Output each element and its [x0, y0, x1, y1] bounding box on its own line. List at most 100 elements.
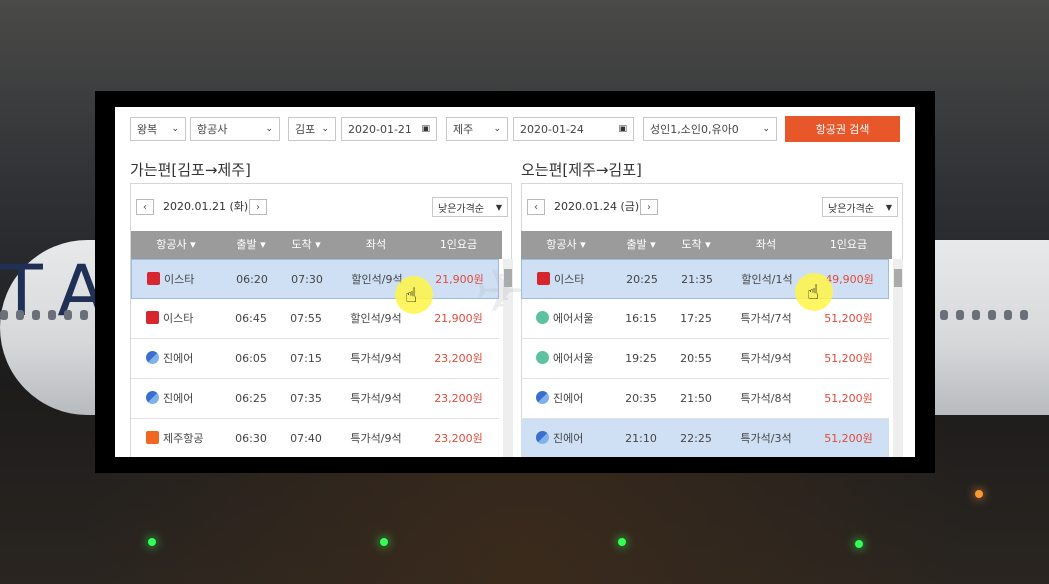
column-header: 1인요금 [439, 238, 478, 251]
search-flights-button[interactable]: 항공권 검색 [785, 116, 900, 142]
return-date-input[interactable]: 2020-01-24 ▣ [513, 117, 634, 141]
flight-search-panel: 왕복 ⌄ 항공사 ⌄ 김포 ⌄ 2020-01-21 ▣ 제주 ⌄ 2020-01-24 ▣… [115, 107, 915, 457]
next-date-button[interactable]: › [640, 199, 658, 215]
departure-time: 21:10 [625, 432, 657, 445]
fare-price: 51,200원 [824, 392, 873, 405]
arrival-time: 21:50 [680, 392, 712, 405]
column-header[interactable]: 항공사 ▾ [131, 231, 221, 259]
airline-value: 항공사 [197, 123, 228, 136]
outbound-title: 가는편[김포→제주] [130, 161, 251, 179]
arrival-time: 17:25 [680, 312, 712, 325]
arrival-time: 20:55 [680, 352, 712, 365]
chevron-down-icon: ⌄ [762, 124, 770, 134]
prev-date-button[interactable]: ‹ [136, 199, 154, 215]
column-header[interactable]: 도착 ▾ [671, 231, 721, 259]
sort-value: 낮은가격순 [438, 203, 484, 215]
caret-down-icon: ▼ [885, 202, 892, 212]
destination-select[interactable]: 제주 ⌄ [446, 117, 508, 141]
sort-value: 낮은가격순 [828, 203, 874, 215]
jinair-airline-icon [536, 391, 549, 404]
passenger-value: 성인1,소인0,유아0 [650, 123, 739, 136]
next-date-button[interactable]: › [249, 199, 267, 215]
watermark-logo: ✈ [475, 257, 526, 327]
outbound-sort-select[interactable]: 낮은가격순 ▼ [432, 197, 508, 217]
column-header[interactable]: 출발 ▾ [226, 231, 276, 259]
airline-name: 제주항공 [163, 432, 204, 445]
column-header: 1인요금 [829, 238, 868, 251]
seat-class: 특가석/9석 [350, 432, 402, 445]
seat-class: 특가석/8석 [740, 392, 792, 405]
departure-time: 20:25 [626, 273, 658, 286]
passenger-select[interactable]: 성인1,소인0,유아0 ⌄ [643, 117, 777, 141]
departure-time: 19:25 [625, 352, 657, 365]
eastar-airline-icon [537, 272, 550, 285]
trip-type-value: 왕복 [137, 123, 158, 136]
runway-light [855, 540, 863, 548]
fare-price: 23,200원 [434, 432, 483, 445]
airline-name: 진에어 [163, 392, 194, 405]
airline-name: 진에어 [553, 392, 584, 405]
fare-price: 51,200원 [824, 432, 873, 445]
airline-name: 이스타 [554, 273, 585, 286]
runway-light [975, 490, 983, 498]
table-scrollbar[interactable] [893, 259, 903, 457]
fare-price: 23,200원 [434, 392, 483, 405]
origin-value: 김포 [295, 123, 316, 136]
chevron-down-icon: ⌄ [265, 124, 273, 134]
airseoul-airline-icon [536, 311, 549, 324]
airline-name: 이스타 [164, 273, 195, 286]
seat-class: 특가석/3석 [740, 432, 792, 445]
flight-row[interactable]: 에어서울 16:15 17:25 특가석/7석 51,200원 [521, 299, 889, 339]
caret-down-icon: ▼ [495, 202, 502, 212]
return-date-value: 2020-01-24 [520, 122, 584, 136]
arrival-time: 07:35 [290, 392, 322, 405]
column-header[interactable]: 출발 ▾ [616, 231, 666, 259]
flight-row[interactable]: 에어서울 19:25 20:55 특가석/9석 51,200원 [521, 339, 889, 379]
airline-name: 이스타 [163, 312, 194, 325]
depart-date-value: 2020-01-21 [348, 122, 412, 136]
outbound-table-header: 항공사 ▾ 출발 ▾ 도착 ▾ 좌석 1인요금 [131, 231, 502, 259]
departure-time: 06:30 [235, 432, 267, 445]
inbound-title: 오는편[제주→김포] [521, 161, 642, 179]
seat-class: 특가석/9석 [350, 392, 402, 405]
hand-cursor-icon: ☝ [807, 280, 820, 304]
inbound-sort-select[interactable]: 낮은가격순 ▼ [822, 197, 898, 217]
flight-row[interactable]: 이스타 20:25 21:35 할인석/1석 49,900원 [521, 259, 889, 299]
eastar-airline-icon [147, 272, 160, 285]
flight-row[interactable]: 진에어 21:10 22:25 특가석/3석 51,200원 [521, 419, 889, 457]
seat-class: 특가석/9석 [740, 352, 792, 365]
arrival-time: 07:30 [291, 273, 323, 286]
flight-row[interactable]: 진에어 06:05 07:15 특가석/9석 23,200원 [131, 339, 499, 379]
flight-row[interactable]: 이스타 06:45 07:55 할인석/9석 21,900원 [131, 299, 499, 339]
flight-row[interactable]: 이스타 06:20 07:30 할인석/9석 21,900원 [131, 259, 499, 299]
column-header[interactable]: 항공사 ▾ [521, 231, 611, 259]
fare-price: 23,200원 [434, 352, 483, 365]
flight-row[interactable]: 제주항공 06:30 07:40 특가석/9석 23,200원 [131, 419, 499, 457]
airplane-windows-right [940, 310, 1028, 320]
eastar-airline-icon [146, 311, 159, 324]
jejuair-airline-icon [146, 431, 159, 444]
trip-type-select[interactable]: 왕복 ⌄ [130, 117, 186, 141]
inbound-table-header: 항공사 ▾ 출발 ▾ 도착 ▾ 좌석 1인요금 [521, 231, 892, 259]
calendar-icon: ▣ [421, 124, 430, 134]
prev-date-button[interactable]: ‹ [527, 199, 545, 215]
scrollbar-thumb[interactable] [894, 269, 902, 287]
chevron-down-icon: ⌄ [493, 124, 501, 134]
jinair-airline-icon [146, 391, 159, 404]
jinair-airline-icon [536, 431, 549, 444]
column-header[interactable]: 도착 ▾ [281, 231, 331, 259]
airline-name: 진에어 [163, 352, 194, 365]
airline-name: 진에어 [553, 432, 584, 445]
depart-date-input[interactable]: 2020-01-21 ▣ [341, 117, 437, 141]
arrival-time: 22:25 [680, 432, 712, 445]
origin-select[interactable]: 김포 ⌄ [288, 117, 336, 141]
jinair-airline-icon [146, 351, 159, 364]
destination-value: 제주 [453, 123, 474, 136]
airline-select[interactable]: 항공사 ⌄ [190, 117, 280, 141]
column-header: 좌석 [365, 238, 387, 251]
flight-row[interactable]: 진에어 06:25 07:35 특가석/9석 23,200원 [131, 379, 499, 419]
hand-cursor-icon: ☝ [405, 283, 418, 307]
flight-row[interactable]: 진에어 20:35 21:50 특가석/8석 51,200원 [521, 379, 889, 419]
airline-name: 에어서울 [553, 312, 594, 325]
fare-price: 51,200원 [824, 352, 873, 365]
